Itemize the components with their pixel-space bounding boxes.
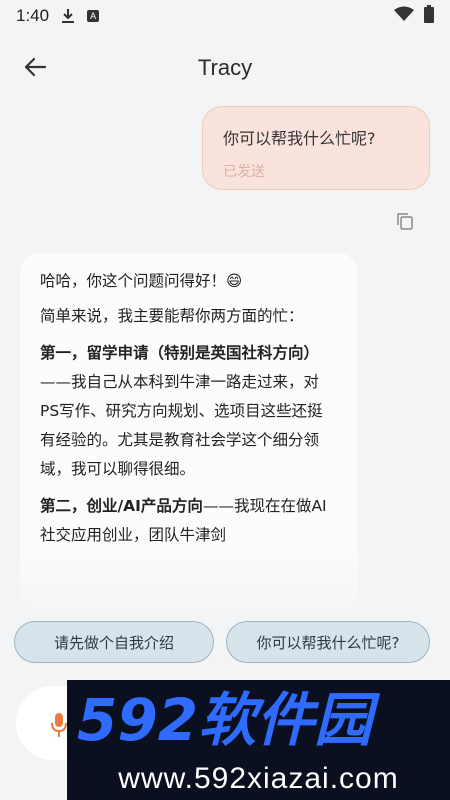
a-notification-icon: A bbox=[87, 10, 100, 22]
point-one-body: ——我自己从本科到牛津一路走过来，对PS写作、研究方向规划、选项目这些还挺有经验… bbox=[40, 373, 323, 478]
page-title: Tracy bbox=[197, 55, 253, 80]
download-icon bbox=[61, 8, 75, 24]
user-message-text: 你可以帮我什么忙呢? bbox=[223, 129, 376, 148]
user-message-bubble: 你可以帮我什么忙呢? 已发送 bbox=[202, 106, 430, 190]
assistant-point-two: 第二，创业/AI产品方向——我现在在做AI社交应用创业，团队牛津剑 bbox=[40, 492, 338, 550]
back-arrow-icon bbox=[24, 57, 47, 77]
assistant-greeting: 哈哈，你这个问题问得好！😄 bbox=[40, 272, 243, 290]
watermark-url: www.592xiazai.com bbox=[118, 762, 399, 795]
suggestion-self-intro[interactable]: 请先做个自我介绍 bbox=[14, 621, 214, 663]
assistant-intro: 简单来说，我主要能帮你两方面的忙： bbox=[40, 307, 304, 325]
top-bar: Tracy bbox=[0, 40, 450, 96]
microphone-icon[interactable] bbox=[50, 712, 68, 738]
copy-icon[interactable] bbox=[396, 212, 414, 230]
wifi-icon bbox=[394, 6, 414, 26]
point-two-heading: 第二，创业/AI产品方向 bbox=[40, 497, 203, 515]
status-time: 1:40 bbox=[16, 6, 50, 25]
battery-icon bbox=[424, 5, 434, 27]
scroll-fade bbox=[0, 545, 450, 625]
svg-text:592软件园: 592软件园 bbox=[77, 686, 381, 750]
status-bar: 1:40 A bbox=[0, 0, 450, 32]
watermark-banner: 592软件园 www.592xiazai.com bbox=[67, 680, 450, 800]
back-button[interactable] bbox=[18, 52, 52, 82]
message-status: 已发送 bbox=[223, 164, 265, 180]
suggestion-chips: 请先做个自我介绍 你可以帮我什么忙呢? bbox=[14, 621, 430, 663]
suggestion-what-help[interactable]: 你可以帮我什么忙呢? bbox=[226, 621, 430, 663]
assistant-point-one: 第一，留学申请（特别是英国社科方向） ——我自己从本科到牛津一路走过来，对PS写作… bbox=[40, 339, 338, 484]
point-one-heading: 第一，留学申请（特别是英国社科方向） bbox=[40, 344, 320, 362]
watermark-logo: 592软件园 bbox=[77, 686, 381, 750]
